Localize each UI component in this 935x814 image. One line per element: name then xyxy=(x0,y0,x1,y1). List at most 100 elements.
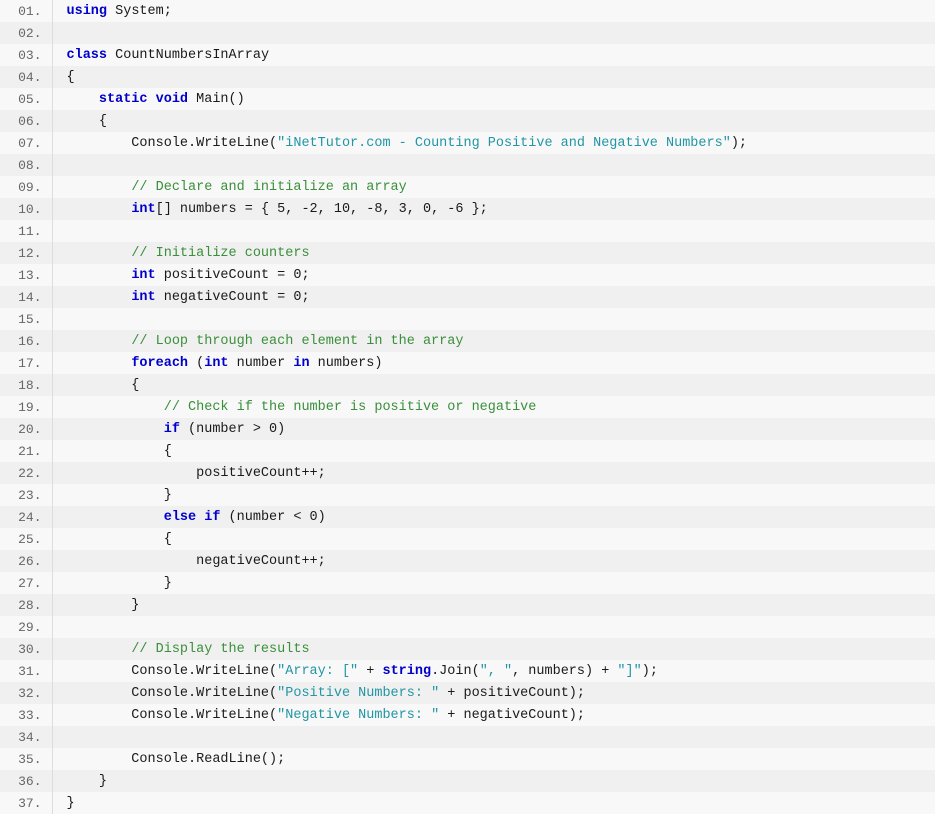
line-number: 11. xyxy=(0,220,52,242)
line-number: 30. xyxy=(0,638,52,660)
line-code: } xyxy=(52,484,935,506)
table-row: 17. foreach (int number in numbers) xyxy=(0,352,935,374)
line-code: class CountNumbersInArray xyxy=(52,44,935,66)
line-number: 35. xyxy=(0,748,52,770)
line-number: 02. xyxy=(0,22,52,44)
code-token: "Array: [" xyxy=(277,664,358,679)
table-row: 26. negativeCount++; xyxy=(0,550,935,572)
line-number: 23. xyxy=(0,484,52,506)
line-number: 29. xyxy=(0,616,52,638)
code-token: { xyxy=(67,378,140,393)
line-number: 08. xyxy=(0,154,52,176)
line-code xyxy=(52,616,935,638)
code-token: void xyxy=(156,92,188,107)
code-token: int xyxy=(204,356,228,371)
code-token: int xyxy=(131,268,155,283)
line-code: // Loop through each element in the arra… xyxy=(52,330,935,352)
line-number: 24. xyxy=(0,506,52,528)
code-token: if xyxy=(164,422,180,437)
code-token: Console.WriteLine( xyxy=(67,664,278,679)
table-row: 22. positiveCount++; xyxy=(0,462,935,484)
code-token: (number > 0) xyxy=(180,422,285,437)
table-row: 35. Console.ReadLine(); xyxy=(0,748,935,770)
table-row: 12. // Initialize counters xyxy=(0,242,935,264)
code-token: System; xyxy=(107,4,172,19)
line-number: 27. xyxy=(0,572,52,594)
line-number: 19. xyxy=(0,396,52,418)
code-token: number xyxy=(229,356,294,371)
table-row: 23. } xyxy=(0,484,935,506)
table-row: 06. { xyxy=(0,110,935,132)
code-token: } xyxy=(67,598,140,613)
line-code: } xyxy=(52,594,935,616)
code-token: CountNumbersInArray xyxy=(107,48,269,63)
code-token: ", " xyxy=(480,664,512,679)
code-token: ); xyxy=(642,664,658,679)
table-row: 04. { xyxy=(0,66,935,88)
code-token: + positiveCount); xyxy=(439,686,585,701)
code-token: if xyxy=(204,510,220,525)
table-row: 36. } xyxy=(0,770,935,792)
code-token: [] numbers = { 5, -2, 10, -8, 3, 0, -6 }… xyxy=(156,202,488,217)
table-row: 21. { xyxy=(0,440,935,462)
code-token: , numbers) + xyxy=(512,664,617,679)
line-code: // Check if the number is positive or ne… xyxy=(52,396,935,418)
line-code: Console.WriteLine("iNetTutor.com - Count… xyxy=(52,132,935,154)
line-code: static void Main() xyxy=(52,88,935,110)
line-code: Console.WriteLine("Positive Numbers: " +… xyxy=(52,682,935,704)
line-number: 31. xyxy=(0,660,52,682)
line-code: { xyxy=(52,374,935,396)
code-token: Main() xyxy=(188,92,245,107)
code-token xyxy=(67,268,132,283)
table-row: 15. xyxy=(0,308,935,330)
table-row: 37.} xyxy=(0,792,935,814)
code-token: using xyxy=(67,4,108,19)
line-code: Console.WriteLine("Array: [" + string.Jo… xyxy=(52,660,935,682)
table-row: 27. } xyxy=(0,572,935,594)
code-token: numbers) xyxy=(310,356,383,371)
line-number: 22. xyxy=(0,462,52,484)
code-token: Console.WriteLine( xyxy=(67,708,278,723)
line-number: 20. xyxy=(0,418,52,440)
line-number: 33. xyxy=(0,704,52,726)
line-number: 37. xyxy=(0,792,52,814)
table-row: 16. // Loop through each element in the … xyxy=(0,330,935,352)
code-editor: 01.using System;02. 03.class CountNumber… xyxy=(0,0,935,814)
code-token: int xyxy=(131,290,155,305)
line-code: // Declare and initialize an array xyxy=(52,176,935,198)
code-token: Console.ReadLine(); xyxy=(67,752,286,767)
table-row: 08. xyxy=(0,154,935,176)
line-code xyxy=(52,308,935,330)
code-token: ( xyxy=(188,356,204,371)
line-number: 06. xyxy=(0,110,52,132)
table-row: 13. int positiveCount = 0; xyxy=(0,264,935,286)
table-row: 28. } xyxy=(0,594,935,616)
code-token: class xyxy=(67,48,108,63)
code-token: // Display the results xyxy=(131,642,309,657)
code-token: (number < 0) xyxy=(220,510,325,525)
code-token: string xyxy=(382,664,431,679)
table-row: 33. Console.WriteLine("Negative Numbers:… xyxy=(0,704,935,726)
table-row: 32. Console.WriteLine("Positive Numbers:… xyxy=(0,682,935,704)
line-number: 25. xyxy=(0,528,52,550)
code-token: ); xyxy=(731,136,747,151)
line-code: { xyxy=(52,66,935,88)
line-number: 03. xyxy=(0,44,52,66)
code-token xyxy=(67,334,132,349)
line-number: 17. xyxy=(0,352,52,374)
code-token: "]" xyxy=(617,664,641,679)
line-number: 13. xyxy=(0,264,52,286)
code-token xyxy=(67,400,164,415)
code-token: } xyxy=(67,774,108,789)
code-token: { xyxy=(67,70,75,85)
line-number: 16. xyxy=(0,330,52,352)
code-token xyxy=(67,356,132,371)
line-number: 01. xyxy=(0,0,52,22)
code-token xyxy=(67,290,132,305)
line-number: 14. xyxy=(0,286,52,308)
line-code: // Initialize counters xyxy=(52,242,935,264)
line-number: 04. xyxy=(0,66,52,88)
code-token: + xyxy=(358,664,382,679)
table-row: 09. // Declare and initialize an array xyxy=(0,176,935,198)
code-token xyxy=(148,92,156,107)
